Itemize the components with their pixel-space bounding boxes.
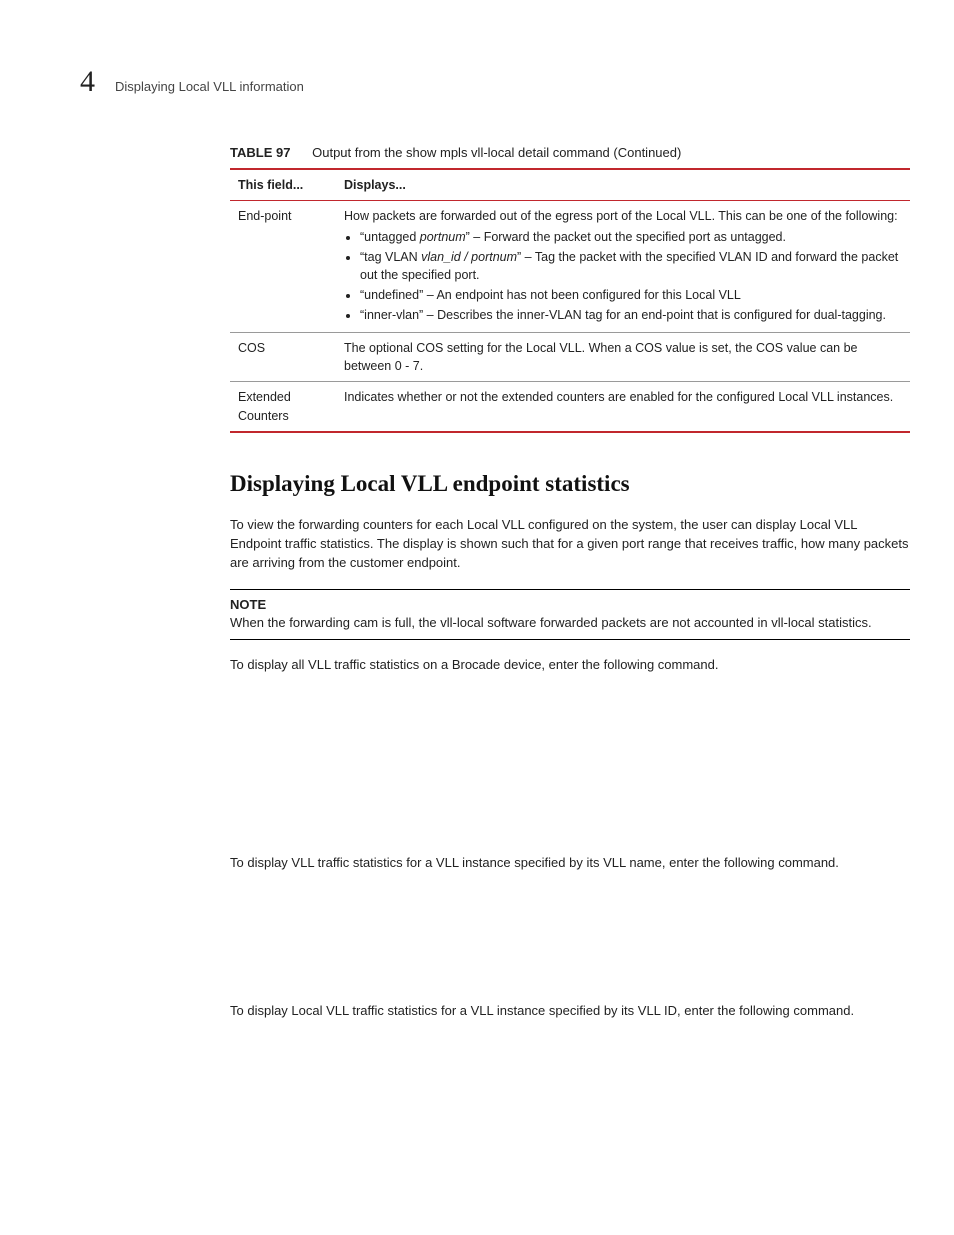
list-item: “tag VLAN vlan_id / portnum” – Tag the p… (360, 248, 902, 284)
cell-field: End-point (230, 201, 336, 333)
list-item: “inner-vlan” – Describes the inner-VLAN … (360, 306, 902, 324)
spacer (80, 889, 894, 989)
table-header-displays: Displays... (336, 169, 910, 201)
cell-field: COS (230, 333, 336, 382)
table-row: End-point How packets are forwarded out … (230, 201, 910, 333)
cell-desc: How packets are forwarded out of the egr… (336, 201, 910, 333)
cell-bullets: “untagged portnum” – Forward the packet … (360, 228, 902, 325)
list-item: “undefined” – An endpoint has not been c… (360, 286, 902, 304)
note-label: NOTE (230, 596, 910, 615)
list-item: “untagged portnum” – Forward the packet … (360, 228, 902, 246)
table-row: Extended Counters Indicates whether or n… (230, 382, 910, 432)
output-table: This field... Displays... End-point How … (230, 168, 910, 432)
page-header: 4 Displaying Local VLL information (80, 60, 894, 104)
cell-intro: How packets are forwarded out of the egr… (344, 209, 898, 223)
table-header-field: This field... (230, 169, 336, 201)
cell-desc: Indicates whether or not the extended co… (336, 382, 910, 432)
section-heading: Displaying Local VLL endpoint statistics (230, 467, 894, 500)
chapter-number: 4 (80, 60, 95, 104)
table-label: TABLE 97 (230, 145, 290, 160)
body-paragraph: To view the forwarding counters for each… (230, 516, 910, 573)
spacer (80, 691, 894, 841)
table-caption-text: Output from the show mpls vll-local deta… (312, 145, 681, 160)
note-block: NOTE When the forwarding cam is full, th… (230, 589, 910, 641)
body-paragraph: To display Local VLL traffic statistics … (230, 1002, 910, 1021)
table-caption: TABLE 97 Output from the show mpls vll-l… (230, 144, 894, 163)
chapter-title: Displaying Local VLL information (115, 78, 304, 97)
note-text: When the forwarding cam is full, the vll… (230, 615, 872, 630)
cell-desc: The optional COS setting for the Local V… (336, 333, 910, 382)
body-paragraph: To display all VLL traffic statistics on… (230, 656, 910, 675)
table-row: COS The optional COS setting for the Loc… (230, 333, 910, 382)
body-paragraph: To display VLL traffic statistics for a … (230, 854, 910, 873)
cell-field: Extended Counters (230, 382, 336, 432)
